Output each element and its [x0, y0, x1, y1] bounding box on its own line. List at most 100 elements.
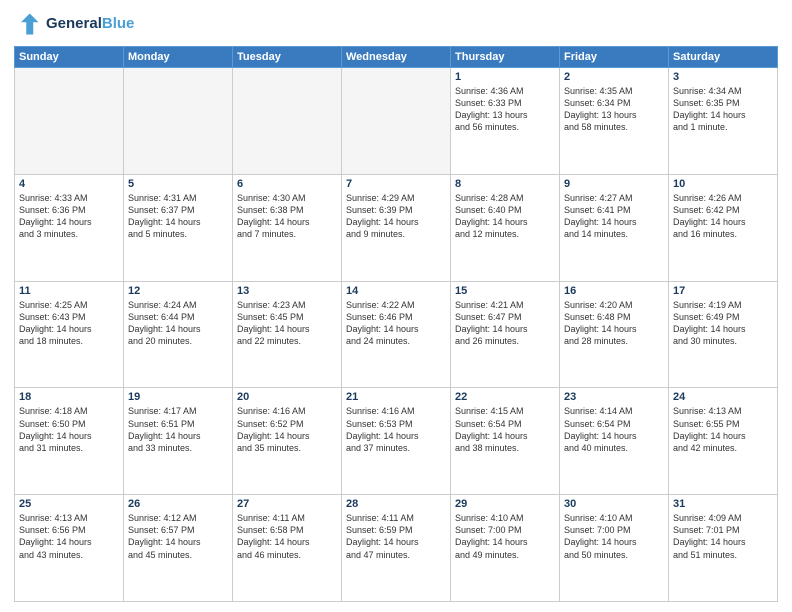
day-number: 16 [564, 285, 664, 297]
day-number: 28 [346, 498, 446, 510]
day-number: 19 [128, 391, 228, 403]
calendar-day: 7 Sunrise: 4:29 AMSunset: 6:39 PMDaylight… [342, 174, 451, 281]
calendar-day: 22 Sunrise: 4:15 AMSunset: 6:54 PMDayligh… [451, 388, 560, 495]
day-number: 4 [19, 178, 119, 190]
calendar-day: 19Sunrise: 4:17 AMSunset: 6:51 PMDayligh… [124, 388, 233, 495]
calendar-day: 20 Sunrise: 4:16 AMSunset: 6:52 PMDayligh… [233, 388, 342, 495]
day-number: 31 [673, 498, 773, 510]
day-info: Sunrise: 4:25 AMSunset: 6:43 PMDaylight:… [19, 299, 119, 348]
logo-text: GeneralBlue [46, 15, 134, 33]
calendar-week-row: 4 Sunrise: 4:33 AMSunset: 6:36 PMDaylight… [15, 174, 778, 281]
day-info: Sunrise: 4:26 AMSunset: 6:42 PMDaylight:… [673, 192, 773, 241]
day-info: Sunrise: 4:31 AMSunset: 6:37 PMDaylight:… [128, 192, 228, 241]
calendar-week-row: 25 Sunrise: 4:13 AMSunset: 6:56 PMDayligh… [15, 495, 778, 602]
calendar-week-row: 11 Sunrise: 4:25 AMSunset: 6:43 PMDayligh… [15, 281, 778, 388]
calendar-day: 21Sunrise: 4:16 AMSunset: 6:53 PMDayligh… [342, 388, 451, 495]
calendar-day: 10 Sunrise: 4:26 AMSunset: 6:42 PMDayligh… [669, 174, 778, 281]
day-number: 24 [673, 391, 773, 403]
day-info: Sunrise: 4:28 AMSunset: 6:40 PMDaylight:… [455, 192, 555, 241]
calendar-table: SundayMondayTuesdayWednesdayThursdayFrid… [14, 46, 778, 602]
day-info: Sunrise: 4:14 AMSunset: 6:54 PMDaylight:… [564, 405, 664, 454]
calendar-day: 15Sunrise: 4:21 AMSunset: 6:47 PMDayligh… [451, 281, 560, 388]
page: GeneralBlue SundayMondayTuesdayWednesday… [0, 0, 792, 612]
day-number: 26 [128, 498, 228, 510]
calendar-day: 5 Sunrise: 4:31 AMSunset: 6:37 PMDaylight… [124, 174, 233, 281]
calendar-day: 16 Sunrise: 4:20 AMSunset: 6:48 PMDayligh… [560, 281, 669, 388]
weekday-header: Thursday [451, 47, 560, 68]
day-info: Sunrise: 4:30 AMSunset: 6:38 PMDaylight:… [237, 192, 337, 241]
calendar-day: 1Sunrise: 4:36 AMSunset: 6:33 PMDaylight… [451, 68, 560, 175]
day-info: Sunrise: 4:16 AMSunset: 6:52 PMDaylight:… [237, 405, 337, 454]
day-info: Sunrise: 4:24 AMSunset: 6:44 PMDaylight:… [128, 299, 228, 348]
day-info: Sunrise: 4:29 AMSunset: 6:39 PMDaylight:… [346, 192, 446, 241]
logo: GeneralBlue [14, 10, 134, 38]
day-number: 2 [564, 71, 664, 83]
day-number: 14 [346, 285, 446, 297]
calendar-day: 30 Sunrise: 4:10 AMSunset: 7:00 PMDayligh… [560, 495, 669, 602]
calendar-day [15, 68, 124, 175]
day-number: 22 [455, 391, 555, 403]
day-number: 5 [128, 178, 228, 190]
day-number: 21 [346, 391, 446, 403]
day-info: Sunrise: 4:33 AMSunset: 6:36 PMDaylight:… [19, 192, 119, 241]
calendar-week-row: 1Sunrise: 4:36 AMSunset: 6:33 PMDaylight… [15, 68, 778, 175]
day-info: Sunrise: 4:18 AMSunset: 6:50 PMDaylight:… [19, 405, 119, 454]
calendar-day: 17 Sunrise: 4:19 AMSunset: 6:49 PMDayligh… [669, 281, 778, 388]
day-number: 30 [564, 498, 664, 510]
calendar-day: 25 Sunrise: 4:13 AMSunset: 6:56 PMDayligh… [15, 495, 124, 602]
day-info: Sunrise: 4:13 AMSunset: 6:56 PMDaylight:… [19, 512, 119, 561]
calendar-day [124, 68, 233, 175]
calendar-day: 6 Sunrise: 4:30 AMSunset: 6:38 PMDaylight… [233, 174, 342, 281]
day-number: 3 [673, 71, 773, 83]
weekday-header: Sunday [15, 47, 124, 68]
day-info: Sunrise: 4:11 AMSunset: 6:58 PMDaylight:… [237, 512, 337, 561]
weekday-header: Monday [124, 47, 233, 68]
calendar-day [233, 68, 342, 175]
day-number: 13 [237, 285, 337, 297]
day-info: Sunrise: 4:09 AMSunset: 7:01 PMDaylight:… [673, 512, 773, 561]
calendar-day: 9 Sunrise: 4:27 AMSunset: 6:41 PMDaylight… [560, 174, 669, 281]
weekday-header: Saturday [669, 47, 778, 68]
day-info: Sunrise: 4:34 AMSunset: 6:35 PMDaylight:… [673, 85, 773, 134]
weekday-header: Wednesday [342, 47, 451, 68]
day-info: Sunrise: 4:10 AMSunset: 7:00 PMDaylight:… [455, 512, 555, 561]
day-info: Sunrise: 4:20 AMSunset: 6:48 PMDaylight:… [564, 299, 664, 348]
calendar-day: 28Sunrise: 4:11 AMSunset: 6:59 PMDayligh… [342, 495, 451, 602]
day-info: Sunrise: 4:12 AMSunset: 6:57 PMDaylight:… [128, 512, 228, 561]
calendar-day [342, 68, 451, 175]
calendar-day: 13 Sunrise: 4:23 AMSunset: 6:45 PMDayligh… [233, 281, 342, 388]
calendar-day: 26 Sunrise: 4:12 AMSunset: 6:57 PMDayligh… [124, 495, 233, 602]
day-number: 25 [19, 498, 119, 510]
calendar-day: 4 Sunrise: 4:33 AMSunset: 6:36 PMDaylight… [15, 174, 124, 281]
calendar-day: 24 Sunrise: 4:13 AMSunset: 6:55 PMDayligh… [669, 388, 778, 495]
day-number: 11 [19, 285, 119, 297]
day-info: Sunrise: 4:23 AMSunset: 6:45 PMDaylight:… [237, 299, 337, 348]
calendar-day: 31 Sunrise: 4:09 AMSunset: 7:01 PMDayligh… [669, 495, 778, 602]
day-number: 8 [455, 178, 555, 190]
calendar-day: 29Sunrise: 4:10 AMSunset: 7:00 PMDayligh… [451, 495, 560, 602]
weekday-header-row: SundayMondayTuesdayWednesdayThursdayFrid… [15, 47, 778, 68]
calendar-day: 8 Sunrise: 4:28 AMSunset: 6:40 PMDaylight… [451, 174, 560, 281]
day-number: 6 [237, 178, 337, 190]
calendar-day: 12Sunrise: 4:24 AMSunset: 6:44 PMDayligh… [124, 281, 233, 388]
day-info: Sunrise: 4:13 AMSunset: 6:55 PMDaylight:… [673, 405, 773, 454]
day-info: Sunrise: 4:27 AMSunset: 6:41 PMDaylight:… [564, 192, 664, 241]
day-number: 23 [564, 391, 664, 403]
day-number: 27 [237, 498, 337, 510]
day-number: 20 [237, 391, 337, 403]
day-number: 7 [346, 178, 446, 190]
calendar-day: 23 Sunrise: 4:14 AMSunset: 6:54 PMDayligh… [560, 388, 669, 495]
weekday-header: Friday [560, 47, 669, 68]
day-number: 10 [673, 178, 773, 190]
calendar-day: 11 Sunrise: 4:25 AMSunset: 6:43 PMDayligh… [15, 281, 124, 388]
day-info: Sunrise: 4:21 AMSunset: 6:47 PMDaylight:… [455, 299, 555, 348]
header: GeneralBlue [14, 10, 778, 38]
day-info: Sunrise: 4:10 AMSunset: 7:00 PMDaylight:… [564, 512, 664, 561]
day-number: 17 [673, 285, 773, 297]
calendar-week-row: 18Sunrise: 4:18 AMSunset: 6:50 PMDayligh… [15, 388, 778, 495]
calendar-day: 2Sunrise: 4:35 AMSunset: 6:34 PMDaylight… [560, 68, 669, 175]
day-info: Sunrise: 4:19 AMSunset: 6:49 PMDaylight:… [673, 299, 773, 348]
day-info: Sunrise: 4:15 AMSunset: 6:54 PMDaylight:… [455, 405, 555, 454]
day-number: 9 [564, 178, 664, 190]
calendar-day: 14Sunrise: 4:22 AMSunset: 6:46 PMDayligh… [342, 281, 451, 388]
